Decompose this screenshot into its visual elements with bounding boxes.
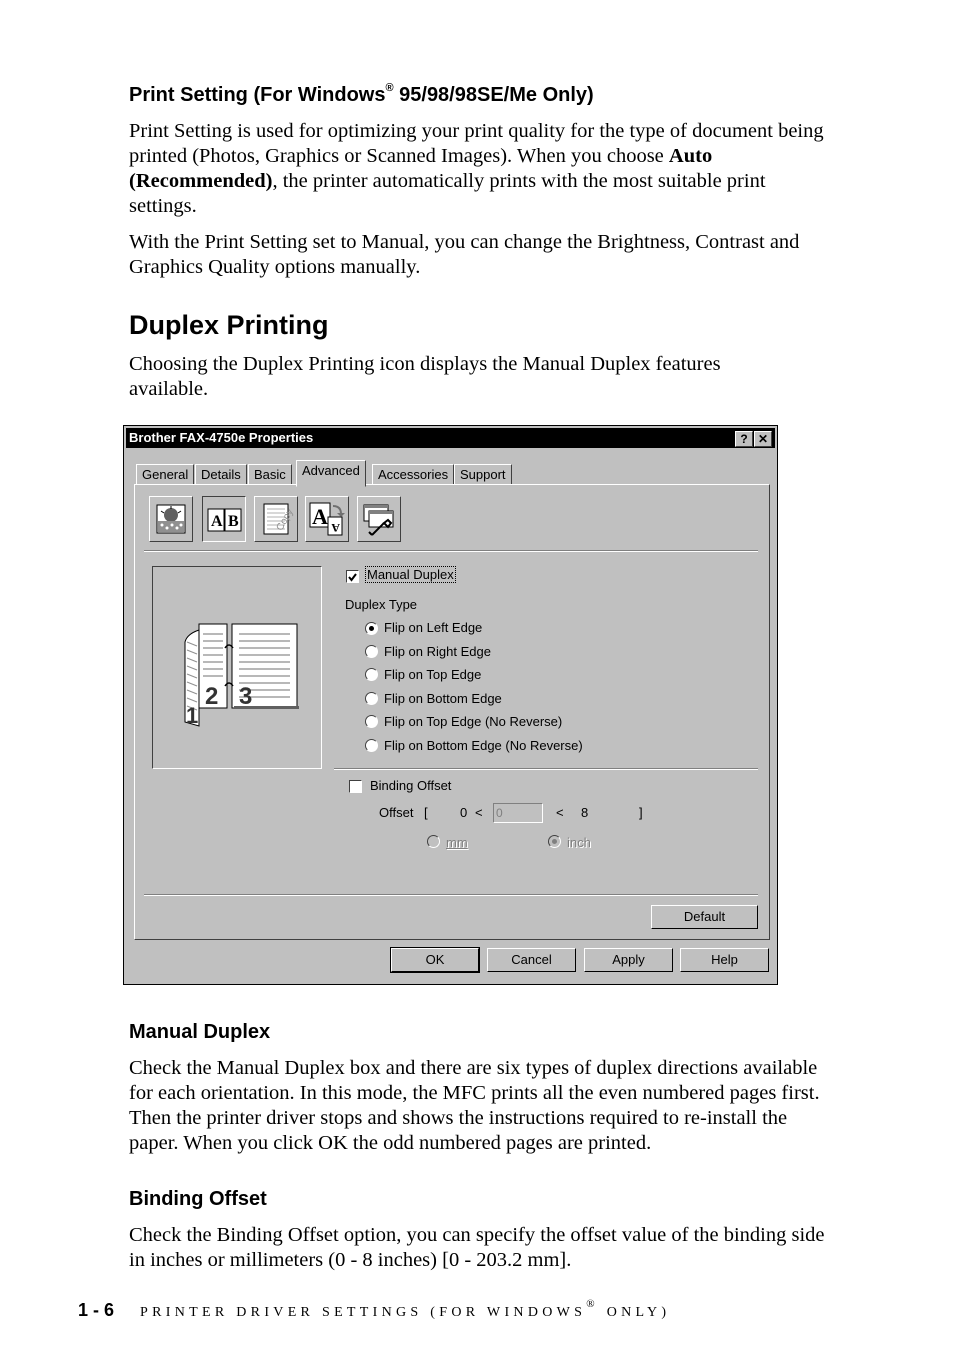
svg-text:A: A — [211, 513, 223, 530]
booklet-preview-icon: 1 2 3 — [184, 623, 299, 728]
tab-advanced[interactable]: Advanced — [296, 460, 366, 487]
offset-close-bracket: ] — [639, 805, 643, 820]
flip-top-edge-radio[interactable] — [365, 668, 378, 681]
radio-selected-dot — [552, 839, 557, 844]
page-number: 1 - 6 — [78, 1300, 115, 1320]
manual-duplex-checkbox[interactable] — [346, 570, 359, 583]
para-text: Print Setting is used for optimizing you… — [129, 120, 824, 167]
offset-max: 8 — [581, 805, 589, 820]
binding-offset-paragraph: Check the Binding Offset option, you can… — [129, 1224, 825, 1271]
radio-selected-dot — [369, 626, 374, 631]
flip-bottom-edge-no-reverse-radio[interactable] — [365, 739, 378, 752]
apply-button[interactable]: Apply — [584, 948, 673, 972]
binding-divider — [334, 768, 758, 770]
flip-bottom-edge-no-reverse-label[interactable]: Flip on Bottom Edge (No Reverse) — [384, 738, 583, 753]
unit-mm-label[interactable]: mm — [446, 835, 468, 850]
offset-min: 0 — [460, 805, 468, 820]
help-button[interactable]: Help — [680, 948, 769, 972]
font-substitution-icon: A A — [309, 502, 345, 536]
print-quality-button[interactable] — [149, 496, 193, 542]
registered-mark: ® — [385, 82, 394, 94]
manual-duplex-paragraph: Check the Manual Duplex box and there ar… — [129, 1057, 820, 1154]
print-setting-heading: Print Setting (For Windows® 95/98/98SE/M… — [129, 82, 594, 107]
heading-text: Print Setting (For Windows — [129, 84, 386, 106]
tab-accessories[interactable]: Accessories — [372, 464, 455, 485]
dialog-title: Brother FAX-4750e Properties — [129, 430, 314, 445]
running-footer: PRINTER DRIVER SETTINGS (FOR WINDOWS® ON… — [140, 1298, 671, 1320]
flip-bottom-edge-label[interactable]: Flip on Bottom Edge — [384, 691, 502, 706]
page-number-2: 2 — [205, 683, 218, 710]
binding-offset-checkbox[interactable] — [349, 780, 362, 793]
binding-offset-label[interactable]: Binding Offset — [370, 778, 451, 793]
duplex-type-label: Duplex Type — [345, 597, 418, 612]
checkmark-icon — [348, 573, 357, 582]
flip-right-edge-radio[interactable] — [365, 645, 378, 658]
device-options-button[interactable] — [357, 496, 401, 542]
flip-left-edge-radio[interactable] — [365, 622, 378, 635]
manual-duplex-label[interactable]: Manual Duplex — [365, 566, 456, 583]
unit-inch-radio[interactable] — [548, 835, 561, 848]
tab-support[interactable]: Support — [454, 464, 512, 485]
tab-details[interactable]: Details — [195, 464, 247, 485]
unit-mm-radio[interactable] — [427, 835, 440, 848]
font-substitution-button[interactable]: A A — [305, 496, 349, 542]
offset-value-input[interactable]: 0 — [493, 803, 543, 823]
close-button[interactable]: ✕ — [754, 431, 772, 447]
dialog-titlebar: Brother FAX-4750e Properties ? ✕ — [126, 428, 775, 448]
tab-basic[interactable]: Basic — [248, 464, 292, 485]
duplex-preview: 1 2 3 — [152, 566, 322, 769]
help-question-button[interactable]: ? — [735, 431, 753, 447]
duplex-printing-icon: A B — [207, 508, 242, 532]
default-button[interactable]: Default — [651, 905, 758, 929]
offset-lt-1: < — [475, 805, 483, 820]
offset-label: Offset — [379, 805, 414, 820]
duplex-printing-paragraph: Choosing the Duplex Printing icon displa… — [129, 353, 721, 400]
flip-left-edge-label[interactable]: Flip on Left Edge — [384, 620, 482, 635]
svg-text:A: A — [312, 504, 328, 529]
page-footer: 1 - 6 PRINTER DRIVER SETTINGS (FOR WINDOW… — [78, 1298, 671, 1321]
manual-duplex-heading: Manual Duplex — [129, 1021, 271, 1043]
unit-inch-label[interactable]: inch — [567, 835, 591, 850]
flip-top-edge-label[interactable]: Flip on Top Edge — [384, 667, 481, 682]
icon-row-divider — [144, 550, 758, 552]
properties-dialog: Brother FAX-4750e Properties ? ✕ General… — [123, 425, 778, 985]
flip-bottom-edge-radio[interactable] — [365, 692, 378, 705]
print-quality-icon — [156, 504, 186, 534]
cancel-button[interactable]: Cancel — [487, 948, 576, 972]
page-number-3: 3 — [239, 683, 252, 710]
heading-text-tail: 95/98/98SE/Me Only) — [393, 84, 594, 106]
print-setting-paragraph-2: With the Print Setting set to Manual, yo… — [129, 231, 800, 278]
running-footer-tail: ONLY) — [598, 1305, 671, 1320]
running-footer-text: PRINTER DRIVER SETTINGS (FOR WINDOWS — [140, 1305, 587, 1320]
svg-text:A: A — [331, 521, 340, 535]
watermark-icon: Copy — [263, 503, 296, 535]
flip-top-edge-no-reverse-radio[interactable] — [365, 715, 378, 728]
tab-general[interactable]: General — [136, 464, 195, 485]
ok-button[interactable]: OK — [390, 947, 480, 973]
print-setting-paragraph-1: Print Setting is used for optimizing you… — [129, 119, 829, 219]
flip-top-edge-no-reverse-label[interactable]: Flip on Top Edge (No Reverse) — [384, 714, 562, 729]
page-number-1: 1 — [186, 703, 198, 728]
watermark-button[interactable]: Copy — [254, 496, 298, 542]
duplex-printing-heading: Duplex Printing — [129, 310, 329, 340]
svg-text:B: B — [228, 513, 239, 530]
registered-mark: ® — [586, 1298, 599, 1310]
device-options-icon — [363, 504, 394, 536]
offset-open-bracket: [ — [424, 805, 428, 820]
offset-lt-2: < — [556, 805, 564, 820]
binding-offset-heading: Binding Offset — [129, 1188, 267, 1210]
bottom-divider — [144, 894, 758, 896]
flip-right-edge-label[interactable]: Flip on Right Edge — [384, 644, 491, 659]
duplex-printing-button[interactable]: A B — [202, 496, 246, 542]
